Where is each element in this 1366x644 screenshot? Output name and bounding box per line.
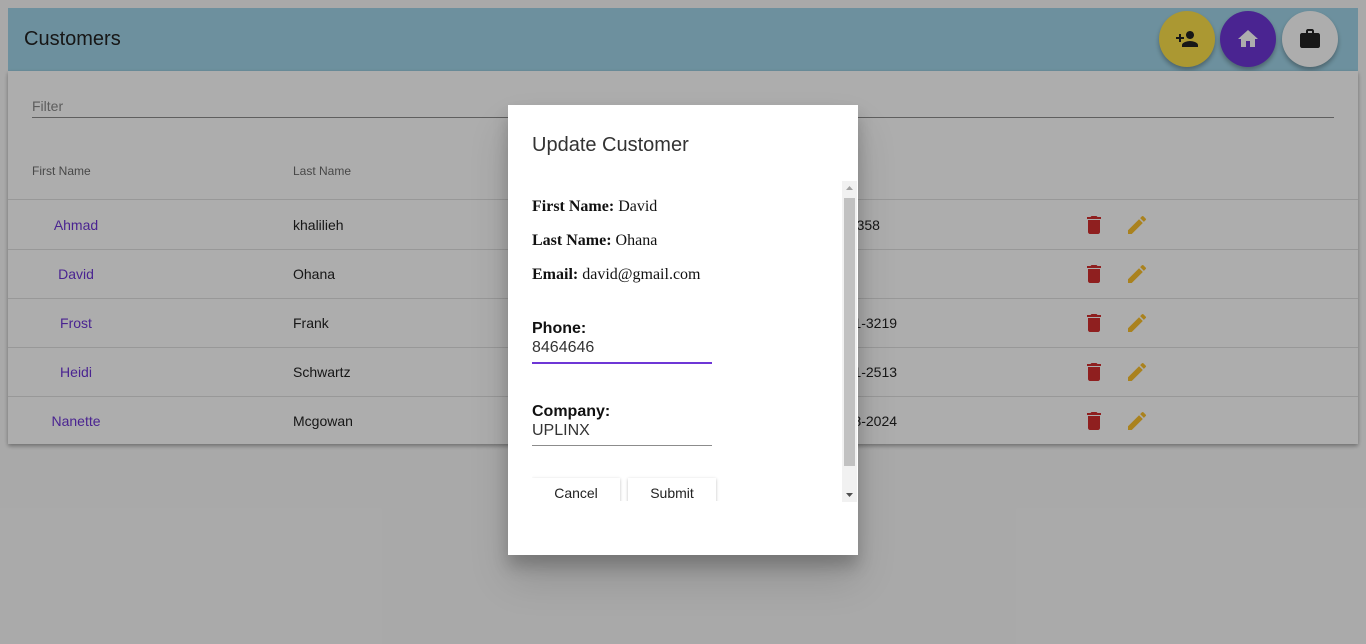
last-name-value: Ohana xyxy=(615,232,658,249)
last-name-label: Last Name: xyxy=(532,232,612,249)
scroll-down-icon[interactable] xyxy=(842,487,857,502)
scroll-thumb[interactable] xyxy=(844,198,855,466)
dialog-content: First Name: David Last Name: Ohana Email… xyxy=(532,185,842,501)
phone-field[interactable] xyxy=(532,338,712,358)
submit-button[interactable]: Submit xyxy=(628,478,716,501)
cancel-button[interactable]: Cancel xyxy=(532,478,620,501)
last-name-info: Last Name: Ohana xyxy=(532,232,657,250)
dialog-scrollbar[interactable] xyxy=(842,181,857,502)
update-customer-dialog: Update Customer First Name: David Last N… xyxy=(508,105,858,555)
email-label: Email: xyxy=(532,266,579,283)
email-value: david@gmail.com xyxy=(582,266,701,283)
first-name-value: David xyxy=(618,198,658,215)
company-field[interactable] xyxy=(532,421,712,441)
email-info: Email: david@gmail.com xyxy=(532,266,700,284)
dialog-title: Update Customer xyxy=(532,134,689,156)
phone-label: Phone: xyxy=(532,320,587,337)
company-label: Company: xyxy=(532,403,611,420)
phone-field-underline xyxy=(532,362,712,364)
first-name-label: First Name: xyxy=(532,198,615,215)
company-field-underline xyxy=(532,445,712,446)
first-name-info: First Name: David xyxy=(532,198,657,216)
scroll-up-icon[interactable] xyxy=(842,181,857,196)
